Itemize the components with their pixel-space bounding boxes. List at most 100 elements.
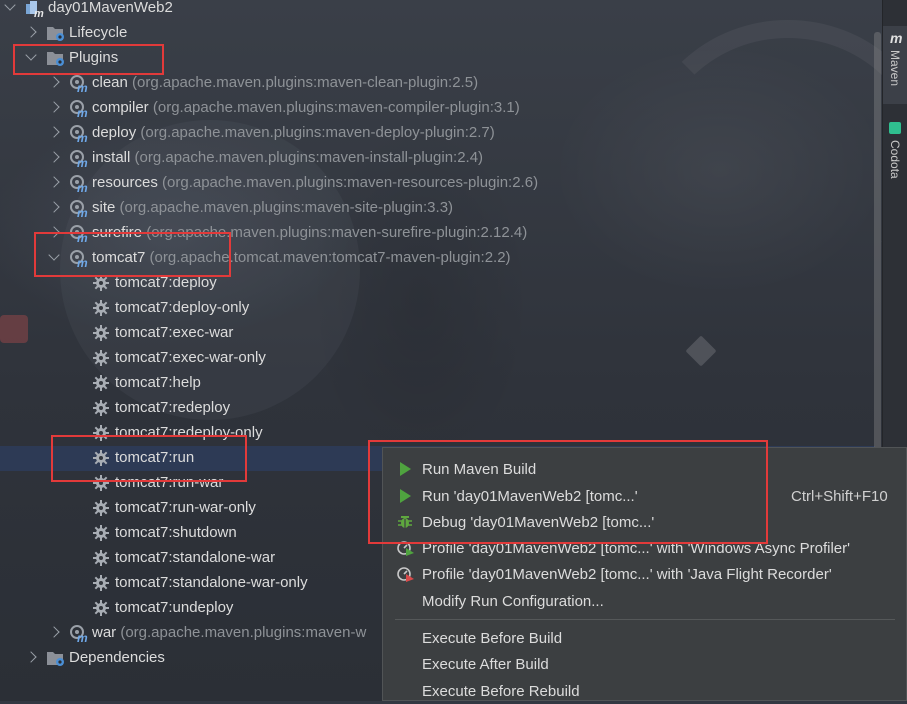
tree-label: Lifecycle <box>69 24 127 41</box>
plugin-coordinates: (org.apache.maven.plugins:maven-w <box>120 624 367 641</box>
svg-text:m: m <box>77 156 88 168</box>
tree-item-plugin-site[interactable]: m site (org.apache.maven.plugins:maven-si… <box>0 196 875 221</box>
plugin-coordinates: (org.apache.maven.plugins:maven-install-… <box>134 149 484 166</box>
tree-label: clean (org.apache.maven.plugins:maven-cl… <box>92 74 478 91</box>
tree-label: day01MavenWeb2 <box>48 0 173 16</box>
maven-project-icon: m <box>25 0 45 20</box>
maven-plugin-icon: m <box>69 149 89 170</box>
menu-item[interactable]: Execute Before Build <box>383 625 907 651</box>
codota-tab-label: Codota <box>888 140 902 179</box>
tree-item-name: Lifecycle <box>69 24 128 41</box>
tree-item-goal[interactable]: tomcat7:redeploy <box>0 396 875 421</box>
maven-plugin-icon: m <box>69 624 89 645</box>
plugin-coordinates: (org.apache.maven.plugins:maven-clean-pl… <box>132 74 479 91</box>
tree-label: site (org.apache.maven.plugins:maven-sit… <box>92 199 453 216</box>
svg-text:m: m <box>77 131 88 143</box>
tree-item-goal[interactable]: tomcat7:exec-war <box>0 321 875 346</box>
highlight-box-run-menu <box>368 440 768 544</box>
maven-plugin-icon: m <box>69 99 89 120</box>
maven-plugin-icon: m <box>69 124 89 145</box>
tree-item-name: clean <box>92 74 128 91</box>
tree-item-name: tomcat7:standalone-war <box>115 549 276 566</box>
tree-item-name: install <box>92 149 131 166</box>
tree-item-name: war <box>92 624 117 641</box>
chevron-right-icon[interactable] <box>48 126 60 138</box>
tree-item-goal[interactable]: tomcat7:deploy-only <box>0 296 875 321</box>
tree-label: Dependencies <box>69 649 165 666</box>
tree-item-goal[interactable]: tomcat7:help <box>0 371 875 396</box>
tree-label: tomcat7:shutdown <box>115 524 237 541</box>
chevron-right-icon[interactable] <box>48 626 60 638</box>
gear-icon <box>92 399 112 418</box>
svg-text:m: m <box>77 106 88 118</box>
chevron-right-icon[interactable] <box>25 651 37 663</box>
tree-item-name: day01MavenWeb2 <box>48 0 173 16</box>
menu-item[interactable]: Modify Run Configuration... <box>383 588 907 614</box>
tree-item-name: deploy <box>92 124 137 141</box>
tree-item-name: site <box>92 199 116 216</box>
tree-label: tomcat7:standalone-war <box>115 549 275 566</box>
tree-item-name: tomcat7:deploy-only <box>115 299 250 316</box>
menu-item-label: Execute After Build <box>422 656 549 673</box>
gear-icon <box>92 499 112 518</box>
tree-label: install (org.apache.maven.plugins:maven-… <box>92 149 483 166</box>
tree-item-plugin-compiler[interactable]: m compiler (org.apache.maven.plugins:mave… <box>0 96 875 121</box>
tree-label: resources (org.apache.maven.plugins:mave… <box>92 174 538 191</box>
tree-label: tomcat7:exec-war-only <box>115 349 266 366</box>
menu-item-label: Execute Before Build <box>422 630 563 647</box>
chevron-down-icon[interactable] <box>4 0 16 11</box>
gear-icon <box>92 299 112 318</box>
tree-item-project[interactable]: m day01MavenWeb2 <box>0 0 875 21</box>
menu-separator <box>395 619 895 620</box>
svg-text:m: m <box>77 81 88 93</box>
menu-item-shortcut: Ctrl+Shift+F10 <box>791 488 888 505</box>
menu-item[interactable]: Profile 'day01MavenWeb2 [tomc...' with '… <box>383 561 907 587</box>
gear-icon <box>92 374 112 393</box>
tree-label: tomcat7:exec-war <box>115 324 233 341</box>
plugin-coordinates: (org.apache.maven.plugins:maven-site-plu… <box>119 199 454 216</box>
svg-text:m: m <box>77 631 88 643</box>
tree-item-plugin-resources[interactable]: m resources (org.apache.maven.plugins:mav… <box>0 171 875 196</box>
tree-label: tomcat7:deploy-only <box>115 299 249 316</box>
tree-scrollbar[interactable] <box>874 32 881 452</box>
lifecycle-folder-icon <box>46 24 66 43</box>
gear-icon <box>92 524 112 543</box>
gear-icon <box>92 349 112 368</box>
tree-item-name: tomcat7:exec-war-only <box>115 349 266 366</box>
chevron-right-icon[interactable] <box>48 151 60 163</box>
gear-icon <box>92 549 112 568</box>
svg-text:m: m <box>77 181 88 193</box>
maven-icon: m <box>890 30 903 46</box>
svg-text:m: m <box>77 206 88 218</box>
tree-item-name: Dependencies <box>69 649 165 666</box>
tree-item-name: tomcat7:redeploy <box>115 399 231 416</box>
codota-tool-tab[interactable]: Codota <box>883 118 907 193</box>
menu-item[interactable]: Execute After Build <box>383 651 907 677</box>
menu-item[interactable]: Execute Before Rebuild <box>383 678 907 704</box>
tree-item-name: tomcat7:exec-war <box>115 324 234 341</box>
menu-item-label: Modify Run Configuration... <box>422 593 604 610</box>
chevron-right-icon[interactable] <box>48 201 60 213</box>
tree-item-name: tomcat7:standalone-war-only <box>115 574 308 591</box>
maven-tool-tab[interactable]: m Maven <box>883 26 907 104</box>
tree-item-goal[interactable]: tomcat7:exec-war-only <box>0 346 875 371</box>
chevron-right-icon[interactable] <box>48 101 60 113</box>
tree-item-plugin-install[interactable]: m install (org.apache.maven.plugins:maven… <box>0 146 875 171</box>
chevron-right-icon[interactable] <box>25 26 37 38</box>
tree-label: tomcat7:undeploy <box>115 599 233 616</box>
tree-item-lifecycle[interactable]: Lifecycle <box>0 21 875 46</box>
profile-record-icon <box>397 566 415 582</box>
svg-text:m: m <box>34 8 44 18</box>
tree-item-plugin-deploy[interactable]: m deploy (org.apache.maven.plugins:maven-… <box>0 121 875 146</box>
tree-label: tomcat7:redeploy <box>115 399 230 416</box>
gear-icon <box>92 574 112 593</box>
highlight-box-plugins <box>13 44 164 75</box>
chevron-right-icon[interactable] <box>48 176 60 188</box>
maven-plugin-icon: m <box>69 199 89 220</box>
gear-icon <box>92 599 112 618</box>
chevron-right-icon[interactable] <box>48 76 60 88</box>
plugin-coordinates: (org.apache.maven.plugins:maven-resource… <box>162 174 539 191</box>
tree-item-name: tomcat7:undeploy <box>115 599 234 616</box>
tree-label: compiler (org.apache.maven.plugins:maven… <box>92 99 520 116</box>
dependencies-folder-icon <box>46 649 66 668</box>
